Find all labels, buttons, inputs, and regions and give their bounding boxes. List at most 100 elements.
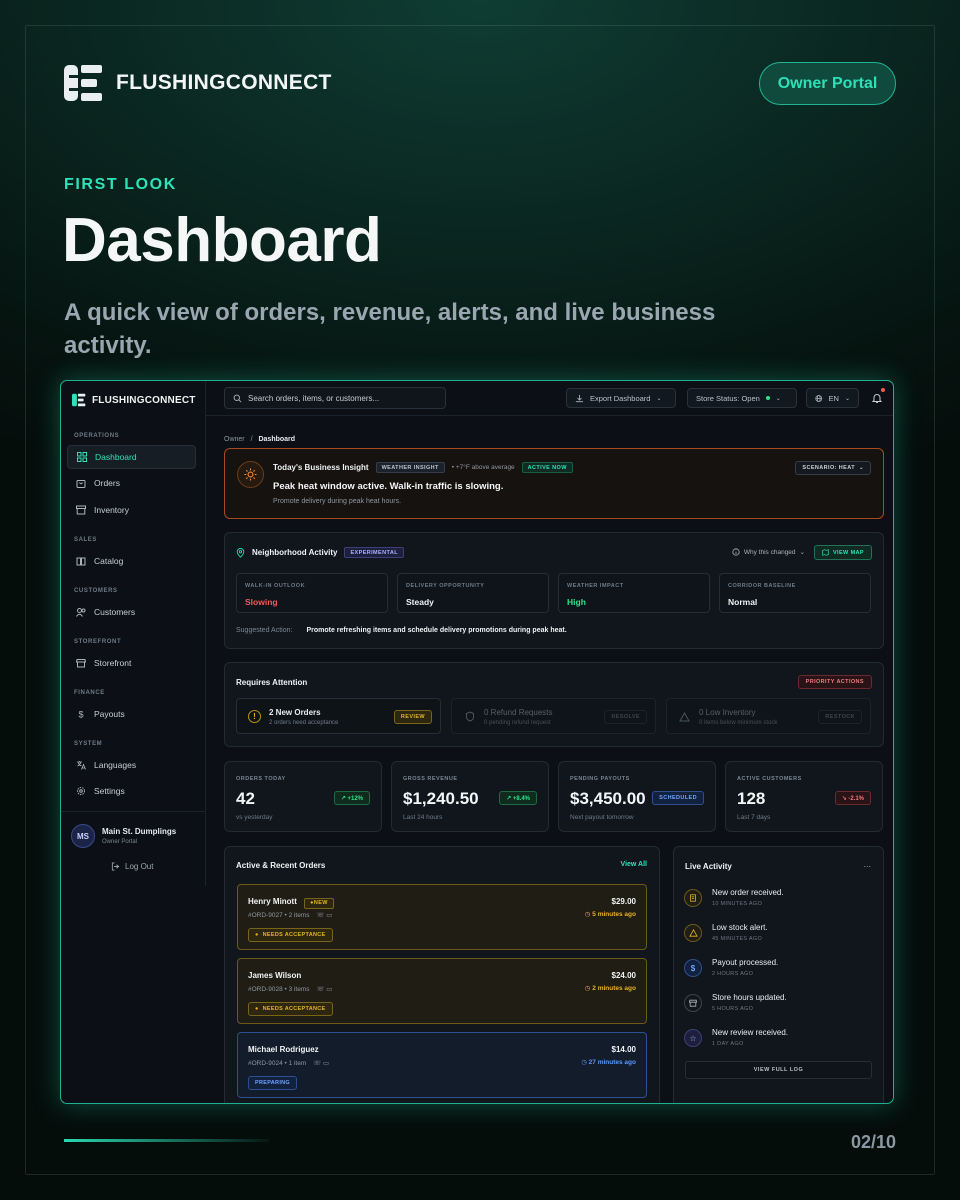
eyebrow: FIRST LOOK (64, 176, 177, 193)
order-customer-name: James Wilson (248, 971, 302, 980)
app-window: FLUSHINGCONNECT OPERATIONS Dashboard Ord… (60, 380, 894, 1104)
activity-text: Payout processed. (712, 958, 779, 967)
section-operations: OPERATIONS (74, 433, 120, 439)
resolve-button[interactable]: RESOLVE (604, 710, 647, 724)
experimental-tag: EXPERIMENTAL (344, 547, 404, 558)
sidebar-item-customers[interactable]: Customers (67, 600, 196, 624)
sidebar-item-label: Customers (94, 607, 136, 617)
logout-label: Log Out (125, 862, 154, 871)
sidebar-brand-name: FLUSHINGCONNECT (92, 394, 196, 406)
why-changed-link[interactable]: Why this changed ⌄ (732, 548, 805, 556)
scenario-dropdown[interactable]: SCENARIO: HEAT ⌄ (795, 461, 871, 475)
more-menu-button[interactable]: ... (863, 859, 871, 869)
new-orders-alert[interactable]: ! 2 New Orders 2 orders need acceptance … (236, 698, 441, 734)
progress-indicator (64, 1139, 269, 1142)
dollar-icon: $ (78, 710, 83, 720)
live-activity-card: Live Activity ... New order received. 10… (673, 846, 884, 1103)
notifications-button[interactable] (871, 388, 885, 403)
refund-requests-alert[interactable]: 0 Refund Requests 0 pending refund reque… (451, 698, 656, 734)
sidebar-item-payouts[interactable]: $ Payouts (67, 702, 196, 726)
order-status-label: NEEDS ACCEPTANCE (262, 1006, 326, 1012)
export-dashboard-button[interactable]: Export Dashboard ⌄ (566, 388, 676, 408)
view-map-button[interactable]: VIEW MAP (814, 545, 872, 560)
info-icon (732, 548, 740, 556)
breadcrumb-current: Dashboard (258, 436, 296, 443)
brand: FLUSHINGCONNECT (64, 63, 332, 103)
orders-title: Active & Recent Orders (236, 861, 326, 870)
sidebar-item-dashboard[interactable]: Dashboard (67, 445, 196, 469)
box-value: Normal (728, 597, 758, 607)
sidebar-item-catalog[interactable]: Catalog (67, 549, 196, 573)
store-status-dropdown[interactable]: Store Status: Open ⌄ (687, 388, 797, 408)
order-amount: $29.00 (611, 897, 636, 906)
archive-icon (76, 505, 86, 515)
sidebar-item-label: Catalog (94, 556, 124, 566)
translate-icon (77, 761, 86, 770)
stat-value: 42 (236, 789, 255, 808)
map-pin-icon (236, 547, 245, 558)
stat-value: $1,240.50 (403, 789, 479, 808)
sidebar-item-inventory[interactable]: Inventory (67, 498, 196, 522)
book-icon (76, 557, 86, 566)
export-label: Export Dashboard (590, 393, 651, 403)
box-key: WALK-IN OUTLOOK (245, 583, 306, 589)
activity-text: Low stock alert. (712, 923, 768, 932)
requires-attention-card: Requires Attention PRIORITY ACTIONS ! 2 … (224, 662, 884, 747)
bell-icon (871, 394, 883, 403)
phone-chat-icon: ☏ ▭ (316, 986, 333, 993)
sidebar-item-settings[interactable]: Settings (67, 779, 196, 803)
stat-key: ORDERS TODAY (236, 776, 286, 782)
sidebar-item-label: Settings (94, 786, 125, 796)
order-amount: $24.00 (611, 971, 636, 980)
stat-sub: vs yesterday (236, 814, 273, 821)
sidebar-item-label: Orders (94, 478, 120, 488)
attention-title: Requires Attention (236, 678, 308, 687)
view-map-label: VIEW MAP (832, 549, 864, 556)
language-dropdown[interactable]: EN ⌄ (806, 388, 859, 408)
view-full-log-button[interactable]: VIEW FULL LOG (685, 1061, 872, 1079)
insight-detail: Promote delivery during peak heat hours. (273, 498, 402, 505)
breadcrumb-root[interactable]: Owner (224, 436, 245, 443)
order-row[interactable]: Michael Rodriguez #ORD-9024 • 1 item ☏ ▭… (237, 1032, 647, 1098)
owner-portal-button[interactable]: Owner Portal (759, 62, 896, 105)
logout-icon (111, 862, 120, 871)
sidebar-item-storefront[interactable]: Storefront (67, 651, 196, 675)
business-insight-card: Today's Business Insight WEATHER INSIGHT… (224, 448, 884, 519)
chevron-down-icon: ⌄ (775, 395, 781, 402)
weather-impact-box: WEATHER IMPACT High (558, 573, 710, 613)
language-label: EN (828, 393, 839, 403)
box-key: DELIVERY OPPORTUNITY (406, 583, 485, 589)
restock-button[interactable]: RESTOCK (818, 710, 862, 724)
order-status-badge: PREPARING (248, 1076, 297, 1090)
priority-actions-badge[interactable]: PRIORITY ACTIONS (797, 675, 872, 689)
active-now-badge: ACTIVE NOW (521, 462, 573, 473)
sidebar-item-languages[interactable]: Languages (67, 753, 196, 777)
stat-trend-badge: ↗ +8.4% (499, 791, 537, 805)
walk-in-outlook-box: WALK-IN OUTLOOK Slowing (236, 573, 388, 613)
search-input[interactable]: Search orders, items, or customers... (224, 387, 446, 409)
view-all-link[interactable]: View All (621, 861, 647, 868)
new-badge-label: NEW (313, 900, 328, 906)
order-status-label: NEEDS ACCEPTANCE (262, 932, 326, 938)
review-button[interactable]: REVIEW (393, 710, 432, 724)
sidebar-item-orders[interactable]: Orders (67, 471, 196, 495)
order-id-label: #ORD-9028 • 3 items (248, 986, 310, 993)
chevron-down-icon: ⌄ (656, 395, 662, 402)
avatar[interactable]: MS (71, 824, 95, 848)
shield-icon (463, 710, 476, 723)
activity-text: New order received. (712, 888, 784, 897)
logout-button[interactable]: Log Out (111, 862, 153, 871)
star-icon: ☆ (684, 1029, 702, 1047)
section-system: SYSTEM (74, 741, 103, 747)
order-row[interactable]: James Wilson #ORD-9028 • 3 items ☏ ▭ $24… (237, 958, 647, 1024)
delivery-opportunity-box: DELIVERY OPPORTUNITY Steady (397, 573, 549, 613)
why-changed-label: Why this changed (743, 548, 796, 556)
activity-item: New order received. 10 MINUTES AGO (684, 887, 864, 919)
svg-text:$: $ (78, 710, 83, 720)
sidebar-item-label: Storefront (94, 658, 132, 668)
suggested-text: Promote refreshing items and schedule de… (306, 627, 567, 634)
low-inventory-alert[interactable]: 0 Low Inventory 0 items below minimum st… (666, 698, 871, 734)
dollar-icon: $ (684, 959, 702, 977)
order-row[interactable]: Henry Minott ● NEW #ORD-9027 • 2 items ☏… (237, 884, 647, 950)
status-dot-icon (765, 396, 770, 400)
